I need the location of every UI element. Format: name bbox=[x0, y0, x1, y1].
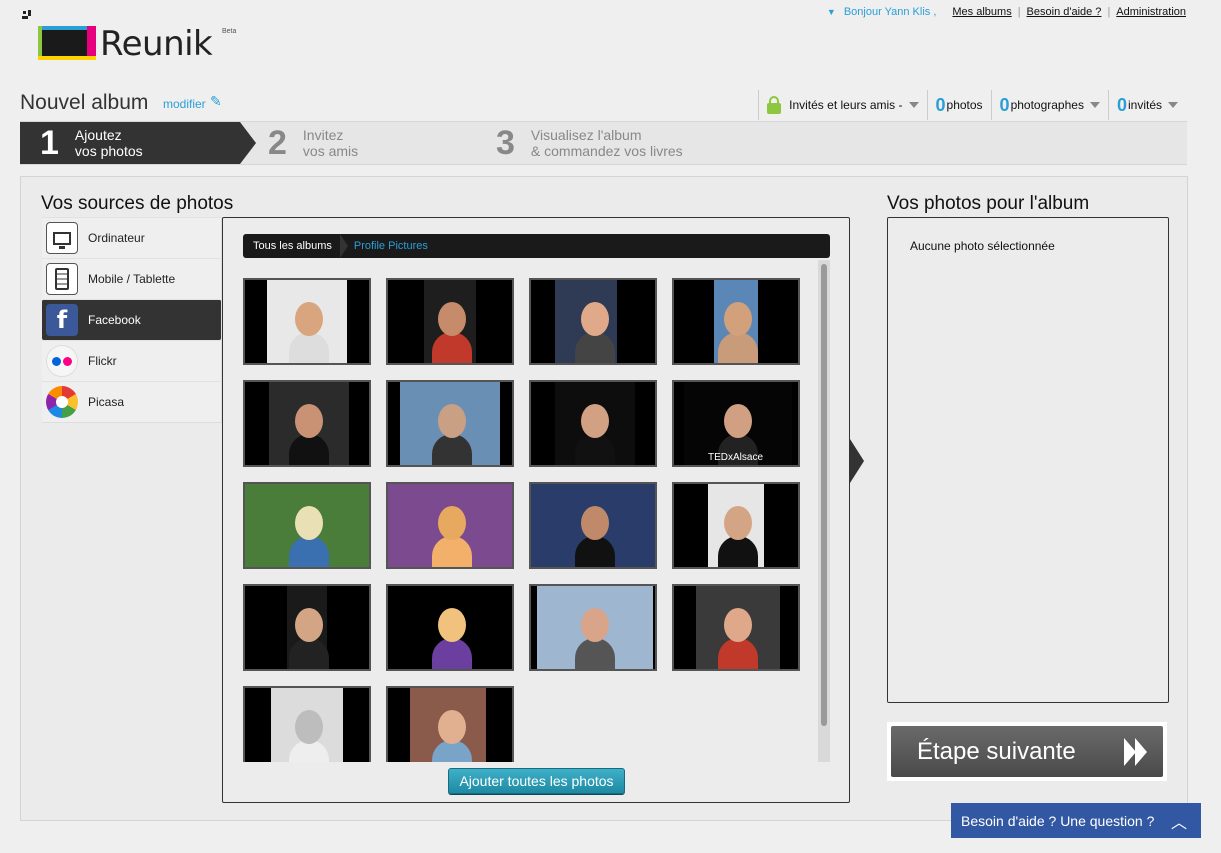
tedx-label: TEDxAlsace bbox=[708, 452, 764, 463]
empty-selection-message: Aucune photo sélectionnée bbox=[910, 239, 1055, 253]
next-step-wrapper: Étape suivante bbox=[887, 722, 1167, 781]
breadcrumb-all-albums[interactable]: Tous les albums bbox=[243, 234, 348, 258]
facebook-icon: f bbox=[46, 304, 78, 336]
add-all-photos-button[interactable]: Ajouter toutes les photos bbox=[448, 768, 625, 794]
step-number: 1 bbox=[40, 124, 59, 162]
photographers-label: photographes bbox=[1010, 98, 1084, 112]
step-label: Visualisez l'album & commandez vos livre… bbox=[530, 127, 683, 159]
privacy-label: Invités et leurs amis - bbox=[789, 98, 903, 112]
step-3[interactable]: 3 Visualisez l'album & commandez vos liv… bbox=[496, 122, 683, 164]
arrow-right-icon bbox=[850, 439, 864, 483]
step-1[interactable]: 1 Ajoutez vos photos bbox=[20, 122, 240, 164]
sources-list: Ordinateur Mobile / Tablette f Facebook … bbox=[42, 217, 222, 423]
steps-bar: 1 Ajoutez vos photos 2 Invitez vos amis … bbox=[20, 121, 1187, 165]
step-label: Ajoutez vos photos bbox=[74, 127, 143, 159]
photo-thumbnail[interactable] bbox=[243, 686, 371, 762]
picasa-icon bbox=[46, 386, 78, 418]
mobile-icon bbox=[46, 263, 78, 295]
photo-thumbnail[interactable] bbox=[672, 278, 800, 365]
photo-thumbnail[interactable] bbox=[243, 584, 371, 671]
photo-thumbnail[interactable] bbox=[672, 482, 800, 569]
photo-thumbnail[interactable] bbox=[386, 278, 514, 365]
step-2[interactable]: 2 Invitez vos amis bbox=[268, 122, 358, 164]
photo-thumbnail[interactable] bbox=[386, 482, 514, 569]
source-flickr[interactable]: Flickr bbox=[42, 340, 221, 381]
album-title: Nouvel album bbox=[20, 91, 149, 114]
logo-rays-icon bbox=[22, 10, 36, 24]
edit-album-link[interactable]: modifier bbox=[163, 97, 206, 111]
photo-thumbnail[interactable] bbox=[672, 584, 800, 671]
beta-badge: Beta bbox=[222, 28, 237, 35]
computer-icon bbox=[46, 222, 78, 254]
flickr-icon bbox=[46, 345, 78, 377]
unlock-icon bbox=[767, 96, 782, 114]
link-administration[interactable]: Administration bbox=[1116, 6, 1186, 18]
photo-thumbnail[interactable]: TEDxAlsace bbox=[672, 380, 800, 467]
photo-thumbnail[interactable] bbox=[529, 584, 657, 671]
step-label: Invitez vos amis bbox=[302, 127, 359, 159]
chevron-down-icon bbox=[908, 102, 919, 108]
breadcrumb: Tous les albums Profile Pictures bbox=[243, 234, 830, 258]
photo-thumbnail[interactable] bbox=[529, 482, 657, 569]
photos-count: 0 bbox=[935, 94, 946, 115]
chevron-down-icon bbox=[1168, 102, 1178, 108]
separator: | bbox=[1107, 6, 1111, 18]
pencil-icon[interactable]: ✎ bbox=[210, 93, 226, 109]
source-label: Ordinateur bbox=[88, 231, 145, 245]
help-widget[interactable]: Besoin d'aide ? Une question ? ︿ bbox=[951, 803, 1201, 838]
photo-thumbnail[interactable] bbox=[386, 686, 514, 762]
main-panel: Vos sources de photos Ordinateur Mobile … bbox=[20, 176, 1188, 821]
scrollbar-thumb[interactable] bbox=[821, 264, 827, 726]
scrollbar[interactable] bbox=[818, 260, 830, 762]
photographers-dropdown[interactable]: 0 photographes bbox=[990, 90, 1108, 120]
album-stats-bar: Invités et leurs amis - 0 photos 0 photo… bbox=[758, 90, 1186, 120]
separator: | bbox=[1017, 6, 1021, 18]
next-step-button[interactable]: Étape suivante bbox=[891, 726, 1163, 777]
photo-grid: TEDxAlsace bbox=[243, 278, 817, 762]
next-step-label: Étape suivante bbox=[917, 737, 1076, 765]
source-computer[interactable]: Ordinateur bbox=[42, 217, 221, 258]
source-label: Mobile / Tablette bbox=[88, 272, 176, 286]
selected-photos-panel: Aucune photo sélectionnée bbox=[887, 217, 1169, 703]
guests-count: 0 bbox=[1116, 94, 1127, 115]
source-label: Facebook bbox=[88, 313, 141, 327]
greeting[interactable]: Bonjour Yann Klis , bbox=[844, 6, 937, 18]
photo-thumbnail[interactable] bbox=[243, 482, 371, 569]
top-navigation: ▼ Bonjour Yann Klis , Mes albums | Besoi… bbox=[827, 6, 1186, 18]
reunik-logo[interactable]: Reunik Beta bbox=[22, 10, 242, 66]
sources-title: Vos sources de photos bbox=[41, 193, 234, 214]
chevron-down-icon bbox=[1089, 102, 1100, 108]
link-help[interactable]: Besoin d'aide ? bbox=[1027, 6, 1102, 18]
photo-thumbnail[interactable] bbox=[529, 380, 657, 467]
photos-stat: 0 photos bbox=[926, 90, 991, 120]
step-number: 3 bbox=[496, 124, 515, 162]
photos-label: photos bbox=[946, 98, 983, 112]
guests-label: invités bbox=[1127, 98, 1162, 112]
breadcrumb-current-album: Profile Pictures bbox=[353, 240, 428, 252]
user-dropdown-icon[interactable]: ▼ bbox=[827, 7, 836, 17]
photo-thumbnail[interactable] bbox=[386, 380, 514, 467]
source-label: Flickr bbox=[88, 354, 117, 368]
photo-thumbnail[interactable] bbox=[243, 278, 371, 365]
step-number: 2 bbox=[268, 124, 287, 162]
step-arrow bbox=[240, 122, 256, 164]
link-my-albums[interactable]: Mes albums bbox=[952, 6, 1011, 18]
fast-forward-icon bbox=[1124, 738, 1147, 766]
photo-thumbnail[interactable] bbox=[243, 380, 371, 467]
source-picasa[interactable]: Picasa bbox=[42, 381, 221, 422]
source-label: Picasa bbox=[88, 395, 125, 409]
source-mobile[interactable]: Mobile / Tablette bbox=[42, 258, 221, 299]
help-label: Besoin d'aide ? Une question ? bbox=[961, 812, 1155, 829]
guests-dropdown[interactable]: 0 invités bbox=[1107, 90, 1186, 120]
photo-thumbnail[interactable] bbox=[386, 584, 514, 671]
selection-title: Vos photos pour l'album bbox=[887, 193, 1090, 214]
brand-name: Reunik bbox=[100, 24, 213, 64]
source-facebook[interactable]: f Facebook bbox=[42, 299, 221, 340]
photo-thumbnail[interactable] bbox=[529, 278, 657, 365]
privacy-dropdown[interactable]: Invités et leurs amis - bbox=[758, 90, 926, 120]
chevron-up-icon[interactable]: ︿ bbox=[1157, 803, 1201, 838]
photo-browser: Tous les albums Profile Pictures TEDxAls… bbox=[222, 217, 850, 803]
logo-screen-icon bbox=[38, 26, 96, 60]
photographers-count: 0 bbox=[999, 94, 1010, 115]
